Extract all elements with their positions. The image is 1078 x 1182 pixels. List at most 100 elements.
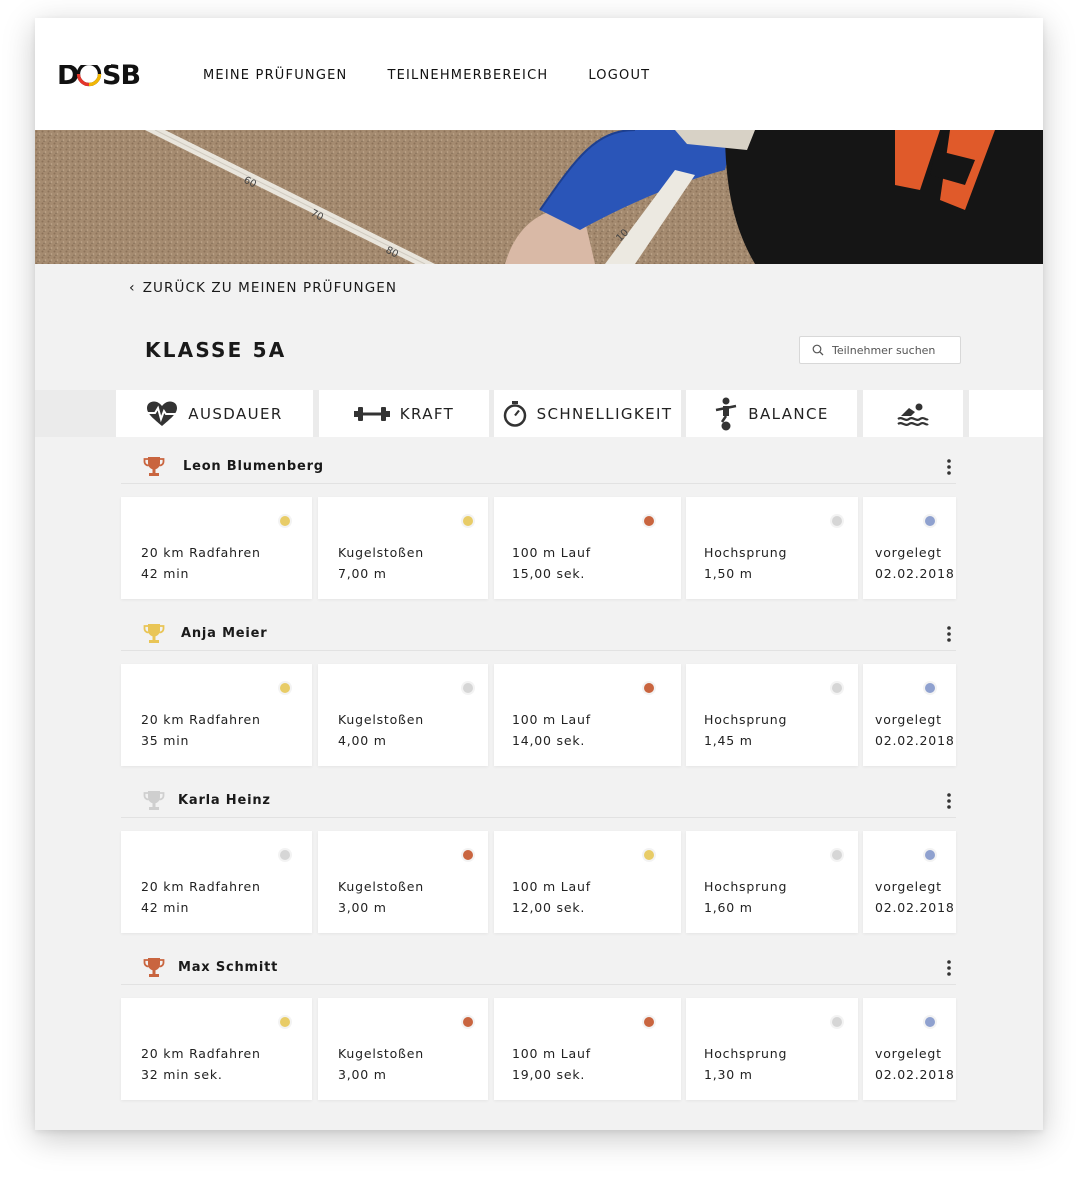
result-card[interactable]: 100 m Lauf 19,00 sek. <box>494 998 681 1100</box>
medal-indicator <box>925 683 935 693</box>
search-input[interactable] <box>830 342 954 358</box>
heartbeat-icon <box>146 401 178 427</box>
discipline-label: vorgelegt <box>875 1046 942 1061</box>
discipline-value: 42 min <box>141 566 190 581</box>
discipline-label: Kugelstoßen <box>338 1046 424 1061</box>
result-card[interactable]: vorgelegt 02.02.2018 <box>863 497 956 599</box>
medal-indicator <box>644 1017 654 1027</box>
medal-indicator <box>925 516 935 526</box>
result-card[interactable]: Hochsprung 1,60 m <box>686 831 858 933</box>
discipline-value: 14,00 sek. <box>512 733 586 748</box>
tab-kraft[interactable]: KRAFT <box>319 390 489 437</box>
dumbbell-icon <box>353 405 390 423</box>
medal-indicator <box>832 683 842 693</box>
result-card[interactable]: 20 km Radfahren 42 min <box>121 497 312 599</box>
more-options-icon[interactable] <box>941 791 957 811</box>
result-card[interactable]: 100 m Lauf 12,00 sek. <box>494 831 681 933</box>
medal-indicator <box>463 1017 473 1027</box>
participant-name: Max Schmitt <box>178 960 279 975</box>
discipline-value: 15,00 sek. <box>512 566 586 581</box>
result-card[interactable]: Kugelstoßen 4,00 m <box>318 664 488 766</box>
result-card[interactable]: Kugelstoßen 3,00 m <box>318 998 488 1100</box>
participant-header: Anja Meier <box>121 620 956 651</box>
tab-schwimmen[interactable] <box>863 390 963 437</box>
result-card[interactable]: 20 km Radfahren 42 min <box>121 831 312 933</box>
discipline-value: 02.02.2018 <box>875 1067 955 1082</box>
participant-header: Karla Heinz <box>121 787 956 818</box>
discipline-value: 1,45 m <box>704 733 753 748</box>
discipline-value: 7,00 m <box>338 566 387 581</box>
result-card[interactable]: Hochsprung 1,50 m <box>686 497 858 599</box>
tab-label: SCHNELLIGKEIT <box>536 404 673 423</box>
discipline-label: Hochsprung <box>704 1046 788 1061</box>
medal-indicator <box>925 1017 935 1027</box>
medal-indicator <box>280 850 290 860</box>
discipline-value: 3,00 m <box>338 900 387 915</box>
tab-schnelligkeit[interactable]: SCHNELLIGKEIT <box>494 390 681 437</box>
medal-indicator <box>644 850 654 860</box>
search-box[interactable] <box>799 336 961 364</box>
result-card[interactable]: 20 km Radfahren 32 min sek. <box>121 998 312 1100</box>
discipline-value: 02.02.2018 <box>875 733 955 748</box>
tab-label: AUSDAUER <box>188 404 283 423</box>
more-options-icon[interactable] <box>941 958 957 978</box>
discipline-label: vorgelegt <box>875 545 942 560</box>
tab-overflow-left <box>35 18 111 65</box>
result-card[interactable]: Kugelstoßen 3,00 m <box>318 831 488 933</box>
discipline-label: Hochsprung <box>704 545 788 560</box>
medal-indicator <box>644 516 654 526</box>
medal-indicator <box>925 850 935 860</box>
nav-meine-pruefungen[interactable]: MEINE PRÜFUNGEN <box>203 68 347 83</box>
participant-name: Karla Heinz <box>178 793 271 808</box>
tab-label: KRAFT <box>399 404 455 423</box>
medal-indicator <box>463 516 473 526</box>
discipline-label: 20 km Radfahren <box>141 1046 261 1061</box>
search-icon <box>812 344 824 356</box>
result-card[interactable]: Hochsprung 1,45 m <box>686 664 858 766</box>
medal-indicator <box>463 683 473 693</box>
more-options-icon[interactable] <box>941 457 957 477</box>
result-card[interactable]: Kugelstoßen 7,00 m <box>318 497 488 599</box>
tab-balance[interactable]: BALANCE <box>686 390 857 437</box>
nav-teilnehmerbereich[interactable]: TEILNEHMERBEREICH <box>387 68 548 83</box>
result-card[interactable]: vorgelegt 02.02.2018 <box>863 664 956 766</box>
participant-header: Leon Blumenberg <box>121 453 956 484</box>
discipline-value: 1,60 m <box>704 900 753 915</box>
discipline-label: Kugelstoßen <box>338 879 424 894</box>
discipline-label: 20 km Radfahren <box>141 879 261 894</box>
discipline-label: Hochsprung <box>704 712 788 727</box>
trophy-icon <box>143 622 165 648</box>
chevron-left-icon: ‹ <box>129 280 136 296</box>
participant-name: Anja Meier <box>181 626 268 641</box>
discipline-label: 100 m Lauf <box>512 545 591 560</box>
medal-indicator <box>280 1017 290 1027</box>
trophy-icon <box>143 789 165 815</box>
discipline-value: 12,00 sek. <box>512 900 586 915</box>
tab-overflow-right <box>969 390 1043 437</box>
discipline-label: 20 km Radfahren <box>141 712 261 727</box>
top-header: D SB MEINE PRÜFUNGEN TEILNEHMERBEREICH L… <box>35 18 1043 130</box>
discipline-value: 02.02.2018 <box>875 900 955 915</box>
discipline-label: vorgelegt <box>875 712 942 727</box>
result-card[interactable]: 100 m Lauf 14,00 sek. <box>494 664 681 766</box>
main-nav: MEINE PRÜFUNGEN TEILNEHMERBEREICH LOGOUT <box>203 68 690 83</box>
result-card[interactable]: 20 km Radfahren 35 min <box>121 664 312 766</box>
participant-name: Leon Blumenberg <box>183 459 324 474</box>
discipline-label: 100 m Lauf <box>512 1046 591 1061</box>
medal-indicator <box>280 683 290 693</box>
more-options-icon[interactable] <box>941 624 957 644</box>
tab-ausdauer[interactable]: AUSDAUER <box>116 390 313 437</box>
trophy-icon <box>143 956 165 982</box>
discipline-value: 02.02.2018 <box>875 566 955 581</box>
result-card[interactable]: Hochsprung 1,30 m <box>686 998 858 1100</box>
result-card[interactable]: 100 m Lauf 15,00 sek. <box>494 497 681 599</box>
trophy-icon <box>143 455 165 481</box>
result-card[interactable]: vorgelegt 02.02.2018 <box>863 831 956 933</box>
back-link[interactable]: ‹ ZURÜCK ZU MEINEN PRÜFUNGEN <box>129 280 397 296</box>
discipline-value: 1,50 m <box>704 566 753 581</box>
tab-label: BALANCE <box>748 404 829 423</box>
result-card[interactable]: vorgelegt 02.02.2018 <box>863 998 956 1100</box>
discipline-value: 32 min sek. <box>141 1067 223 1082</box>
nav-logout[interactable]: LOGOUT <box>588 68 650 83</box>
discipline-value: 35 min <box>141 733 190 748</box>
